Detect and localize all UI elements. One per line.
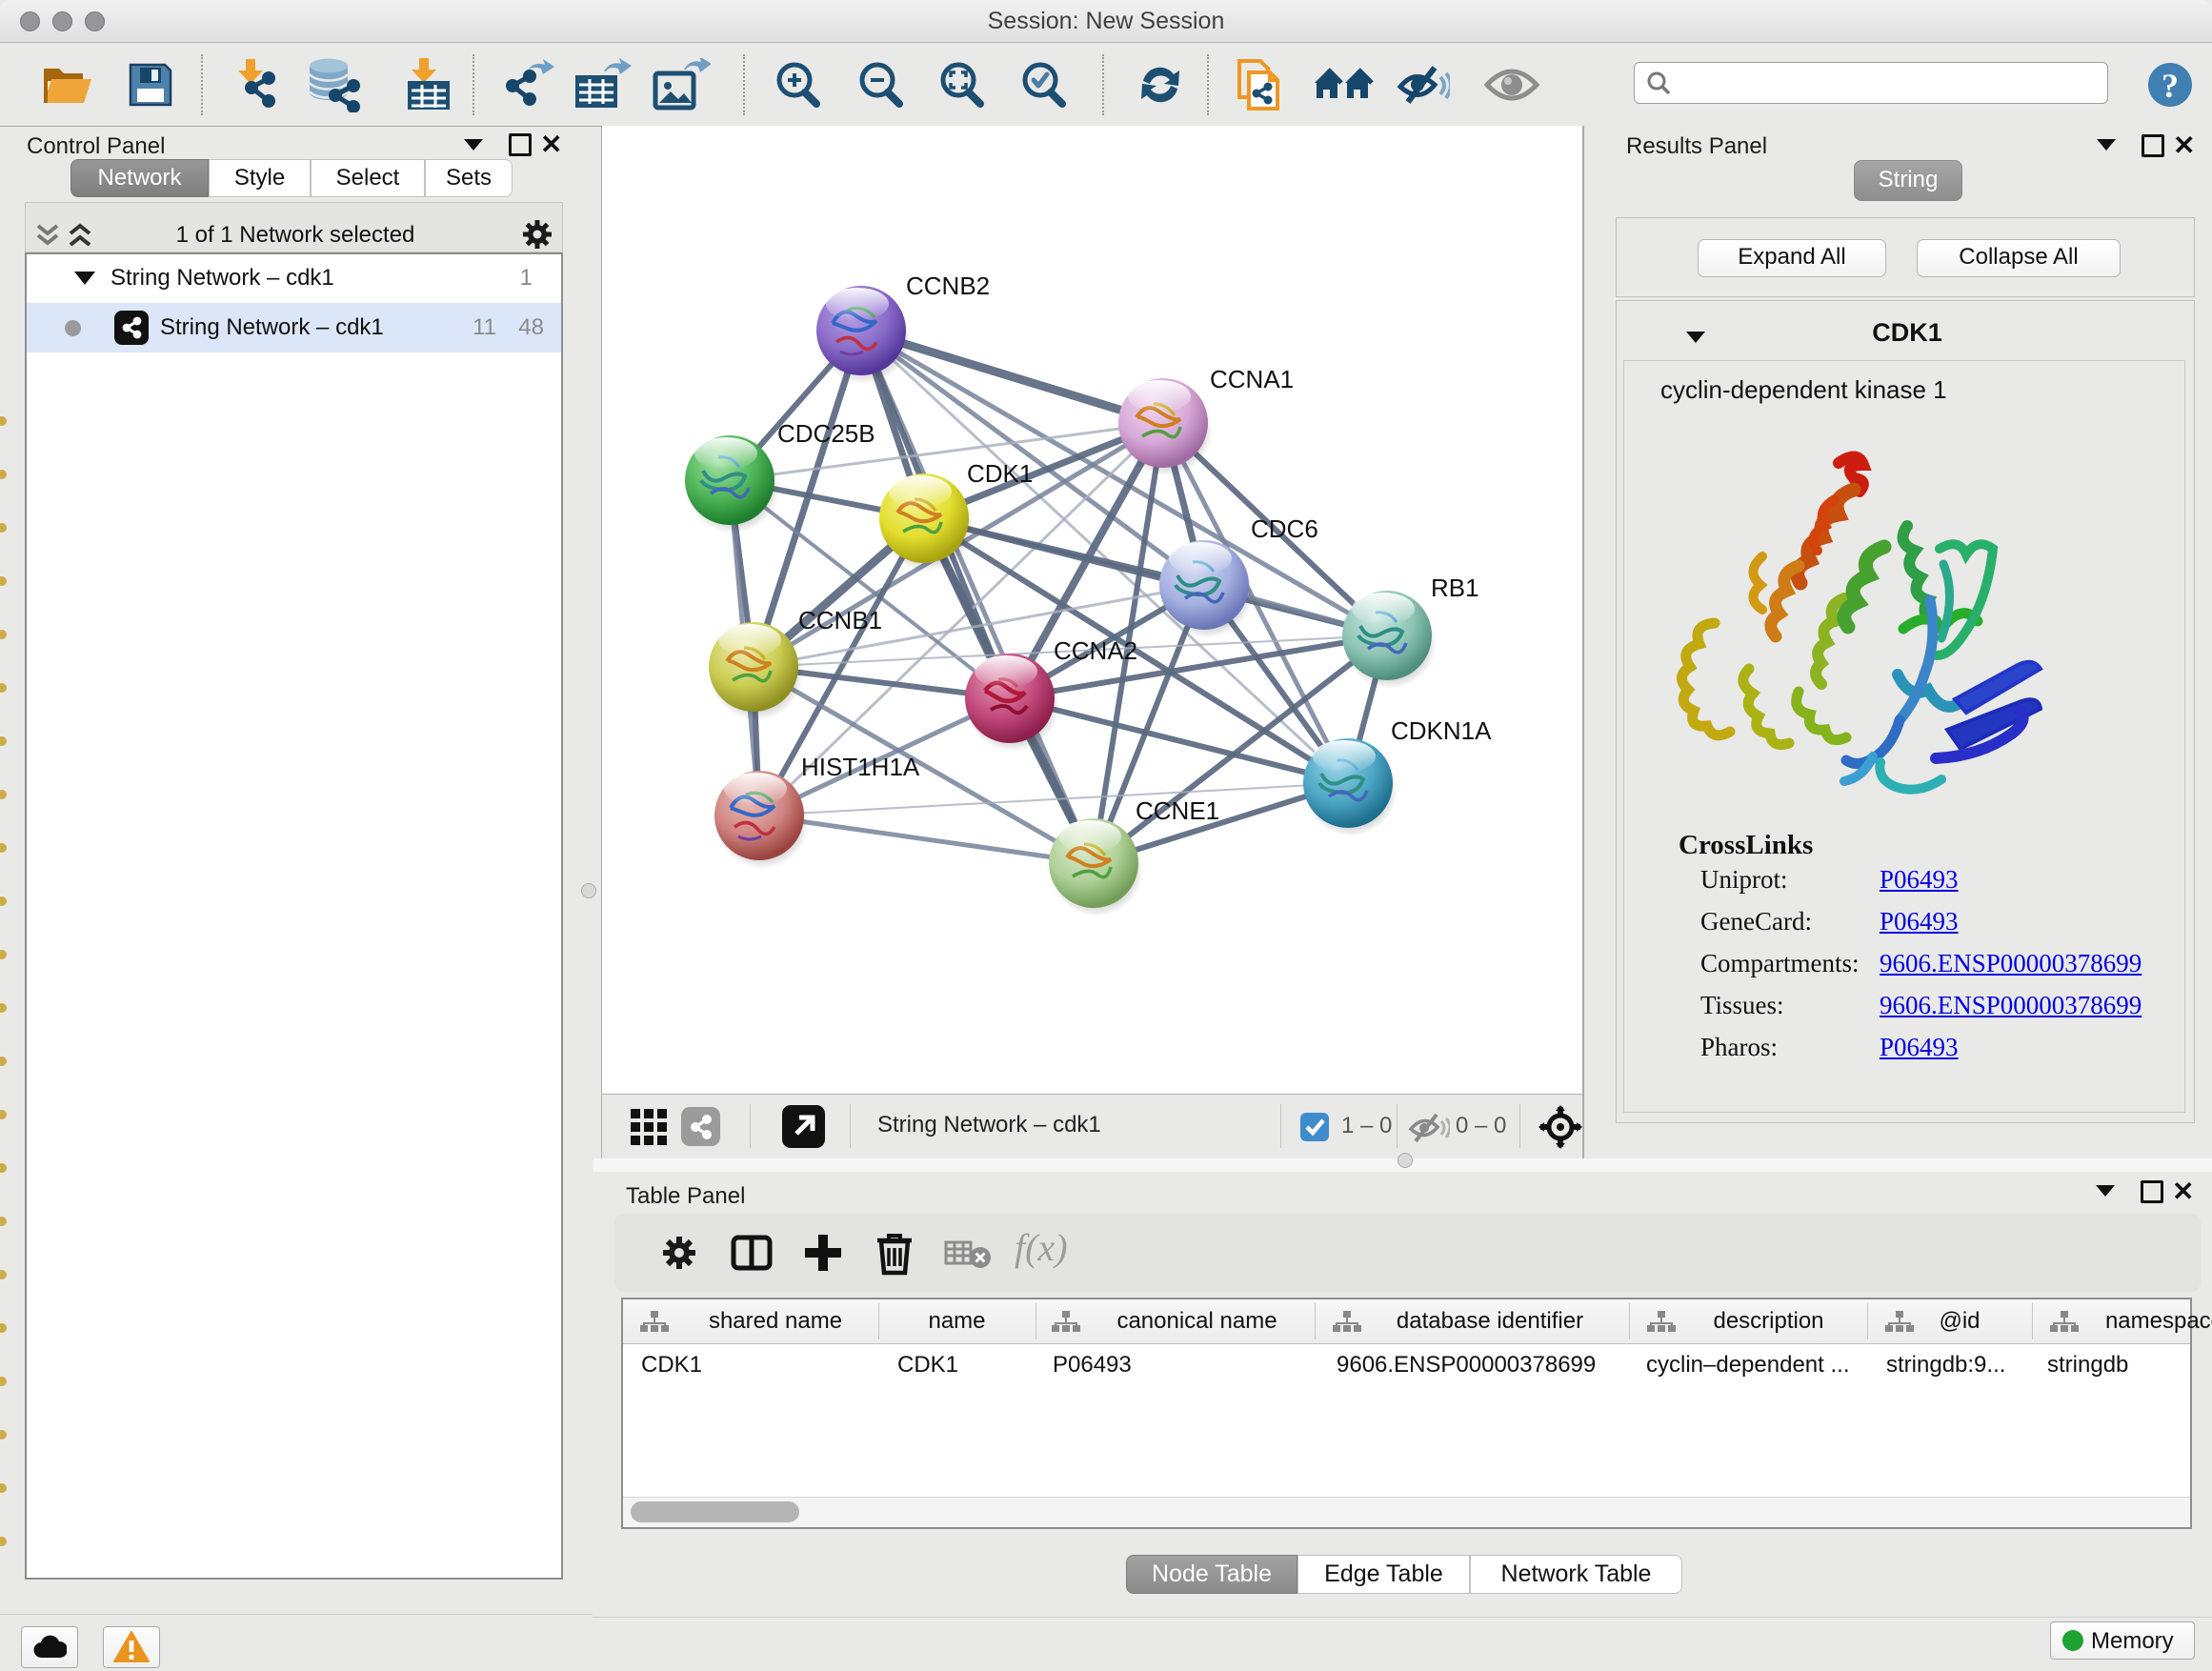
svg-text:CDC25B: CDC25B	[777, 419, 875, 448]
svg-text:RB1: RB1	[1431, 574, 1479, 602]
svg-text:CCNB1: CCNB1	[798, 606, 882, 634]
svg-text:CCNB2: CCNB2	[906, 272, 990, 300]
svg-text:CCNE1: CCNE1	[1136, 796, 1219, 825]
svg-text:CDK1: CDK1	[967, 459, 1033, 488]
svg-text:CCNA1: CCNA1	[1210, 365, 1294, 393]
svg-text:CCNA2: CCNA2	[1054, 636, 1137, 665]
svg-text:CDKN1A: CDKN1A	[1391, 716, 1492, 745]
svg-text:CDC6: CDC6	[1251, 514, 1318, 543]
svg-text:HIST1H1A: HIST1H1A	[801, 753, 920, 781]
svg-text:?: ?	[2162, 67, 2179, 105]
